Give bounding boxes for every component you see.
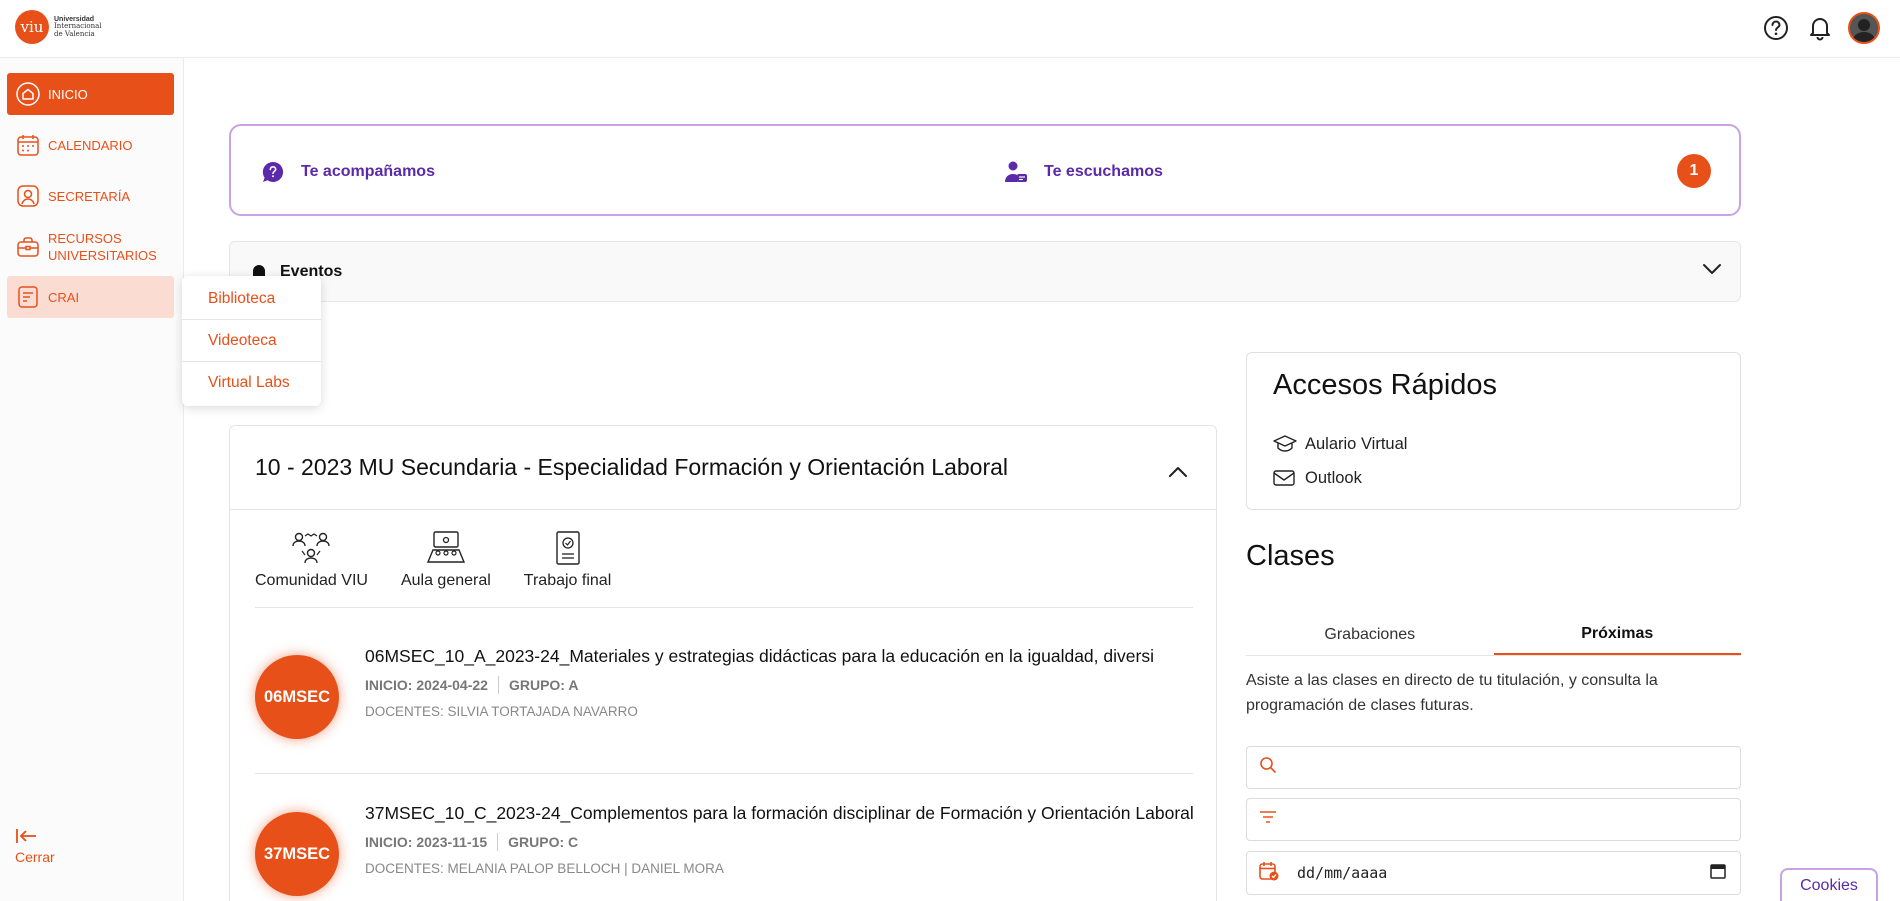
logo[interactable]: viu Universidad Internacional de Valenci… (15, 10, 102, 44)
top-icons (1760, 12, 1880, 44)
sidebar-item-label: RECURSOS UNIVERSITARIOS (48, 231, 157, 263)
logo-mark: viu (15, 10, 49, 44)
subject-title[interactable]: 06MSEC_10_A_2023-24_Materiales y estrate… (365, 644, 1195, 668)
community-icon (289, 528, 333, 568)
search-icon (1259, 756, 1277, 779)
search-input[interactable] (1289, 759, 1740, 776)
notification-badge[interactable]: 1 (1677, 154, 1711, 188)
calendar-check-icon (1259, 861, 1279, 886)
cookies-button[interactable]: Cookies (1780, 868, 1878, 901)
submenu-item-virtual-labs[interactable]: Virtual Labs (182, 362, 321, 404)
briefcase-icon (16, 235, 40, 259)
banner-label: Te acompañamos (301, 163, 435, 180)
course-card: 10 - 2023 MU Secundaria - Especialidad F… (229, 425, 1217, 901)
subject-meta: INICIO: 2023-11-15 GRUPO: C (365, 833, 1195, 851)
close-label: Cerrar (15, 849, 55, 865)
tool-trabajo-final[interactable]: Trabajo final (524, 528, 611, 590)
sidebar-item-label: SECRETARÍA (48, 188, 131, 204)
tool-label: Trabajo final (523, 572, 612, 589)
course-title: 10 - 2023 MU Secundaria - Especialidad F… (255, 454, 1009, 480)
filter-icon (1259, 810, 1277, 829)
book-icon (16, 285, 40, 309)
sidebar: INICIO CALENDARIO SECRETARÍA RECURSOS UN… (0, 58, 184, 901)
tab-grabaciones[interactable]: Grabaciones (1246, 614, 1494, 655)
avatar[interactable] (1848, 12, 1880, 44)
subject-title[interactable]: 37MSEC_10_C_2023-24_Complementos para la… (365, 801, 1195, 825)
bell-icon[interactable] (1804, 12, 1836, 44)
sidebar-item-calendario[interactable]: CALENDARIO (7, 124, 174, 166)
subject-teachers: DOCENTES: MELANIA PALOP BELLOCH | DANIEL… (365, 861, 724, 876)
sidebar-item-secretaria[interactable]: SECRETARÍA (7, 175, 174, 217)
quick-access-title: Accesos Rápidos (1273, 369, 1498, 401)
top-bar: viu Universidad Internacional de Valenci… (0, 0, 1900, 58)
graduation-cap-icon (1273, 433, 1297, 455)
tool-label: Aula general (400, 572, 491, 589)
subject-item[interactable]: 06MSEC 06MSEC_10_A_2023-24_Materiales y … (255, 644, 1193, 764)
quick-link-label: Outlook (1305, 468, 1362, 487)
calendar-picker-icon[interactable] (1710, 863, 1726, 884)
date-field[interactable]: dd/mm/aaaa (1246, 851, 1741, 895)
te-escuchamos-link[interactable]: Te escuchamos (1004, 160, 1163, 184)
sidebar-item-recursos-universitarios[interactable]: RECURSOS UNIVERSITARIOS (7, 223, 174, 271)
sidebar-item-label: CRAI (48, 289, 80, 305)
eventos-panel[interactable]: Eventos (229, 241, 1741, 302)
submenu-item-biblioteca[interactable]: Biblioteca (182, 278, 321, 320)
help-icon[interactable] (1760, 12, 1792, 44)
collapse-arrow-icon (15, 828, 55, 847)
filter-input[interactable] (1289, 811, 1740, 828)
subject-item[interactable]: 37MSEC 37MSEC_10_C_2023-24_Complementos … (255, 801, 1195, 901)
submenu-item-videoteca[interactable]: Videoteca (182, 320, 321, 362)
classroom-icon (424, 528, 468, 568)
document-seal-icon (546, 528, 590, 568)
chevron-up-icon[interactable] (1168, 458, 1188, 485)
subject-group: GRUPO: A (508, 677, 579, 693)
subject-start: INICIO: 2023-11-15 (365, 834, 488, 850)
close-sidebar-button[interactable]: Cerrar (15, 828, 55, 865)
user-badge-icon (16, 184, 40, 208)
logo-text: Universidad Internacional de Valencia (54, 15, 102, 38)
tool-aula-general[interactable]: Aula general (401, 528, 491, 590)
subject-meta: INICIO: 2024-04-22 GRUPO: A (365, 676, 1195, 694)
sidebar-item-label: CALENDARIO (48, 137, 133, 153)
sidebar-item-crai[interactable]: CRAI (7, 276, 174, 318)
sidebar-item-label: INICIO (48, 86, 88, 102)
subject-start: INICIO: 2024-04-22 (365, 677, 488, 693)
chat-question-icon (261, 160, 285, 184)
course-tools: Comunidad VIU Aula general Trabajo final (255, 528, 611, 590)
date-input[interactable]: dd/mm/aaaa (1297, 864, 1710, 882)
clases-description: Asiste a las clases en directo de tu tit… (1246, 672, 1658, 714)
search-field[interactable] (1246, 746, 1741, 789)
crai-submenu: Biblioteca Videoteca Virtual Labs (182, 276, 321, 406)
filter-field[interactable] (1246, 798, 1741, 841)
chevron-down-icon[interactable] (1702, 262, 1722, 281)
divider (255, 773, 1193, 774)
calendar-icon (16, 133, 40, 157)
te-acompanamos-link[interactable]: Te acompañamos (261, 160, 435, 184)
quick-link-label: Aulario Virtual (1305, 434, 1408, 453)
clases-title: Clases (1246, 540, 1335, 572)
person-chat-icon (1004, 160, 1028, 184)
clases-tabs: Grabaciones Próximas (1246, 614, 1741, 656)
sidebar-item-inicio[interactable]: INICIO (7, 73, 174, 115)
support-banner: Te acompañamos Te escuchamos 1 (229, 124, 1741, 216)
banner-label: Te escuchamos (1044, 163, 1163, 180)
divider (255, 607, 1193, 608)
mail-icon (1273, 467, 1297, 489)
home-icon (16, 82, 40, 106)
subject-code-badge: 37MSEC (255, 812, 339, 896)
quick-access-card: Accesos Rápidos Aulario Virtual Outlook (1246, 352, 1741, 510)
tab-proximas[interactable]: Próximas (1493, 614, 1741, 655)
tool-comunidad-viu[interactable]: Comunidad VIU (255, 528, 368, 590)
course-header[interactable]: 10 - 2023 MU Secundaria - Especialidad F… (230, 426, 1216, 510)
subject-teachers: DOCENTES: SILVIA TORTAJADA NAVARRO (365, 704, 638, 719)
subject-code-badge: 06MSEC (255, 655, 339, 739)
quick-link-outlook[interactable]: Outlook (1273, 467, 1362, 489)
quick-link-aulario-virtual[interactable]: Aulario Virtual (1273, 433, 1407, 455)
subject-group: GRUPO: C (508, 834, 579, 850)
tool-label: Comunidad VIU (255, 572, 368, 589)
